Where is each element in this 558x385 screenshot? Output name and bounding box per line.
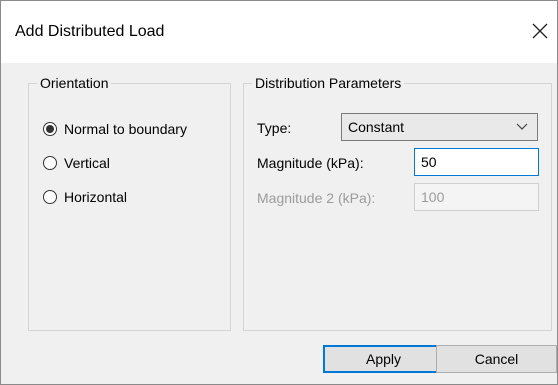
type-label: Type: <box>257 120 292 136</box>
magnitude-label: Magnitude (kPa): <box>257 155 364 171</box>
radio-button[interactable] <box>43 122 57 136</box>
orientation-group: Orientation Normal to boundary Vertical … <box>28 75 231 331</box>
cancel-button[interactable]: Cancel <box>436 345 557 373</box>
distribution-parameters-group: Distribution Parameters Type: Constant M… <box>243 75 552 331</box>
dialog-title: Add Distributed Load <box>15 23 165 40</box>
type-dropdown-value: Constant <box>348 119 405 135</box>
distribution-legend: Distribution Parameters <box>252 75 405 91</box>
type-dropdown[interactable]: Constant <box>341 113 538 141</box>
radio-button[interactable] <box>43 156 57 170</box>
radio-vertical[interactable]: Vertical <box>43 155 110 171</box>
dialog-window: Add Distributed Load Orientation Normal … <box>0 0 558 385</box>
orientation-legend: Orientation <box>37 75 112 91</box>
close-button[interactable] <box>523 13 557 49</box>
chevron-down-icon <box>516 123 528 130</box>
apply-button[interactable]: Apply <box>323 345 444 373</box>
radio-label: Vertical <box>64 155 110 171</box>
magnitude2-label: Magnitude 2 (kPa): <box>257 190 376 206</box>
radio-selected-dot <box>46 125 54 133</box>
radio-button[interactable] <box>43 190 57 204</box>
magnitude2-input <box>414 183 539 211</box>
radio-label: Horizontal <box>64 189 128 205</box>
magnitude-input[interactable] <box>414 148 539 176</box>
close-icon <box>532 23 548 39</box>
radio-normal-to-boundary[interactable]: Normal to boundary <box>43 121 187 137</box>
radio-label: Normal to boundary <box>64 121 187 137</box>
title-bar: Add Distributed Load <box>1 1 557 63</box>
radio-horizontal[interactable]: Horizontal <box>43 189 127 205</box>
